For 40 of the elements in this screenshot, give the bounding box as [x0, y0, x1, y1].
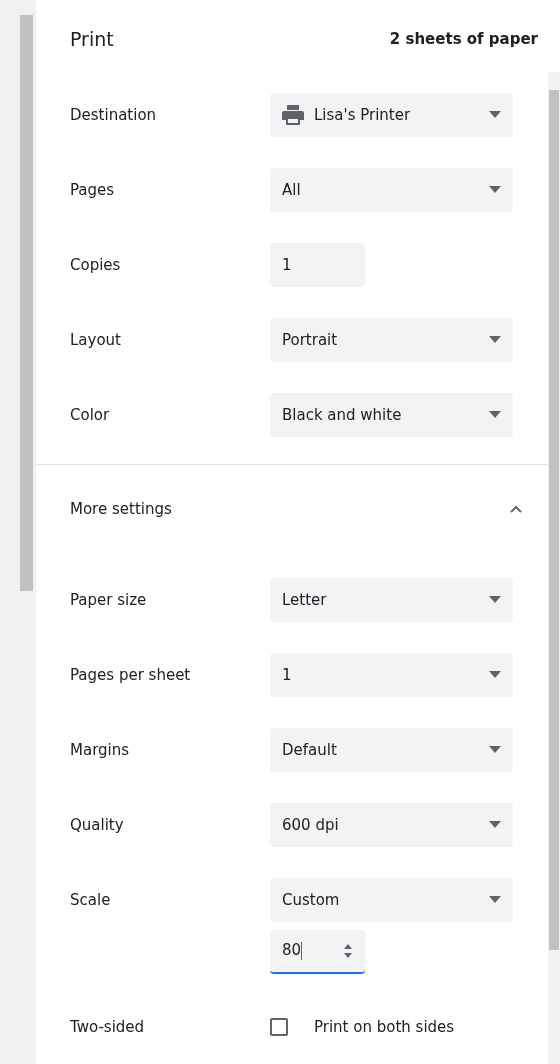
dropdown[interactable]: Custom — [270, 877, 513, 922]
checkbox[interactable] — [270, 1017, 288, 1036]
dropdown[interactable]: All — [270, 167, 513, 212]
dropdown[interactable]: Default — [270, 727, 513, 772]
copies-field[interactable]: 1 — [270, 242, 365, 287]
dropdown[interactable]: Lisa's Printer — [270, 92, 513, 137]
setting-label: Destination — [69, 104, 158, 126]
setting-label: Pages per sheet — [69, 664, 192, 686]
checkbox-label: Print on both sides — [314, 1017, 455, 1036]
caret-icon — [489, 671, 501, 678]
setting-label: Layout — [69, 329, 122, 351]
setting-label: Pages — [69, 179, 116, 201]
more-settings-toggle[interactable]: More settings — [36, 465, 548, 552]
scrollbar-thumb[interactable] — [549, 90, 559, 950]
scrollbar-thumb[interactable] — [20, 15, 33, 591]
caret-icon — [489, 411, 501, 418]
dropdown[interactable]: 600 dpi — [270, 802, 513, 847]
caret-icon — [489, 746, 501, 753]
caret-icon — [489, 336, 501, 343]
setting-label: Quality — [69, 814, 125, 836]
sheet-count: 2 sheets of paper — [389, 29, 538, 48]
printer-icon — [282, 104, 304, 125]
caret-icon — [489, 111, 501, 118]
setting-label: Color — [69, 404, 111, 426]
setting-label: Two-sided — [69, 1016, 146, 1038]
chevron-icon — [510, 504, 522, 513]
dropdown[interactable]: Portrait — [270, 317, 513, 362]
dropdown[interactable]: Letter — [270, 577, 513, 622]
dropdown[interactable]: 1 — [270, 652, 513, 697]
caret-icon — [489, 821, 501, 828]
setting-label: Margins — [69, 739, 131, 761]
panel-title: Print — [70, 27, 114, 50]
setting-label: Paper size — [69, 589, 148, 611]
scale-field[interactable]: 80 — [270, 929, 365, 974]
caret-icon — [489, 186, 501, 193]
setting-label: Copies — [69, 254, 122, 276]
caret-icon — [489, 896, 501, 903]
setting-label: Scale — [69, 889, 112, 911]
dropdown[interactable]: Black and white — [270, 392, 513, 437]
caret-icon — [489, 596, 501, 603]
